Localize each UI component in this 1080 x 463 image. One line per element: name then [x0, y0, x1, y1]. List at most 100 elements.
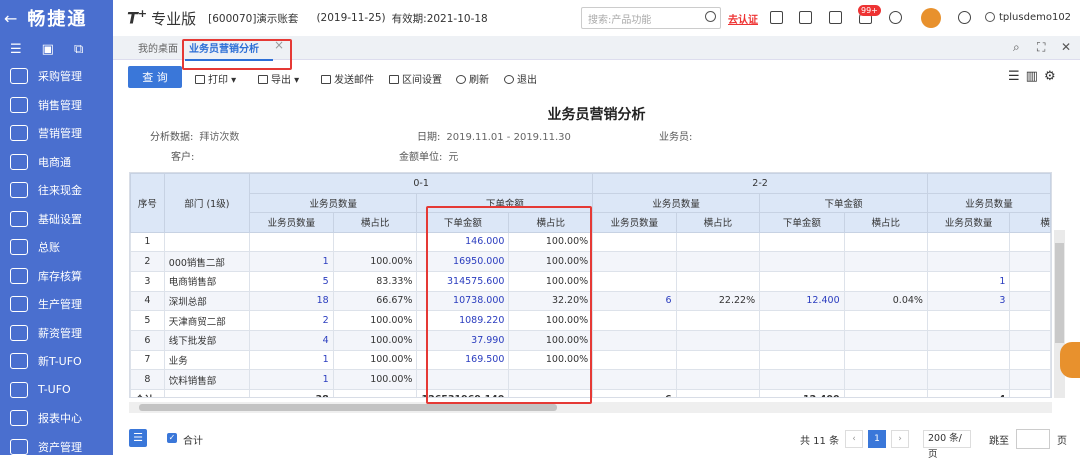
sidebar-item-cash[interactable]: 往来现金 [0, 176, 113, 205]
toolbar: 查 询 打印 ▾ 导出 ▾ 发送邮件 区间设置 刷新 退出 ☰▥⚙ [113, 64, 1080, 92]
table-cell [675, 251, 761, 272]
col-amount[interactable]: 下单金额 [759, 212, 845, 233]
range-settings-button[interactable]: 区间设置 [389, 71, 442, 86]
table-cell: 线下批发部 [163, 329, 251, 351]
expand-icon[interactable]: ✕ [1061, 40, 1071, 54]
marketing-icon [10, 125, 28, 142]
sidebar-item-ufo[interactable]: T-UFO [0, 376, 113, 405]
zoom-icon[interactable]: ⌕ [1013, 40, 1020, 55]
col-ratio[interactable]: 横占比 [675, 212, 761, 233]
sidebar-item-ledger[interactable]: 总账 [0, 233, 113, 262]
table-cell [843, 270, 928, 292]
col-ratio[interactable]: 横占比 [843, 212, 928, 233]
assistant-mascot-icon[interactable] [1060, 342, 1080, 378]
sidebar-item-asset[interactable]: 资产管理 [0, 433, 113, 462]
print-button[interactable]: 打印 ▾ [195, 71, 236, 86]
col-count[interactable]: 业务员数量 [249, 212, 334, 233]
page-size-select[interactable]: 200 条/页 [923, 430, 971, 460]
refresh-button[interactable]: 刷新 [456, 71, 489, 86]
table-cell [759, 329, 845, 351]
table-cell [843, 349, 928, 371]
total-checkbox[interactable]: ✓ [167, 433, 177, 443]
user-name[interactable]: tplusdemo102 [984, 12, 1071, 23]
send-email-button[interactable]: 发送邮件 [321, 71, 374, 86]
fullscreen-icon[interactable]: ⛶ [1037, 40, 1045, 55]
search-icon[interactable] [705, 11, 716, 22]
table-cell: 100.00% [332, 251, 418, 272]
goto-page-input[interactable] [1016, 429, 1050, 449]
scroll-thumb[interactable] [1055, 243, 1064, 343]
certify-link[interactable]: 去认证 [728, 11, 758, 26]
phone-icon[interactable] [889, 11, 902, 24]
total-cell [675, 389, 761, 397]
prev-page-icon[interactable]: ‹ [845, 430, 863, 448]
current-page[interactable]: 1 [868, 430, 886, 448]
sidebar-item-settings[interactable]: 基础设置 [0, 205, 113, 234]
asset-icon [10, 438, 28, 455]
exit-icon [504, 75, 514, 84]
checklist-icon[interactable] [799, 11, 812, 24]
print-icon [195, 75, 205, 84]
settings-icon[interactable]: ⚙ [1044, 69, 1062, 84]
analysis-data: 分析数据: 拜访次数 [150, 132, 240, 143]
sidebar-item-ecommerce[interactable]: 电商通 [0, 148, 113, 177]
table-cell [759, 231, 845, 253]
sidebar-item-inventory[interactable]: 库存核算 [0, 262, 113, 291]
col-ratio[interactable]: 横 [1009, 212, 1051, 233]
date-range: 日期: 2019.11.01 - 2019.11.30 [417, 132, 571, 143]
sidebar-item-report[interactable]: 报表中心 [0, 404, 113, 433]
table-cell [592, 251, 677, 272]
table-cell [843, 369, 928, 390]
sidebar-item-salary[interactable]: 薪资管理 [0, 319, 113, 348]
table-cell [163, 231, 251, 253]
menu-icon[interactable]: ☰ [10, 42, 22, 57]
col-count[interactable]: 业务员数量 [926, 212, 1011, 233]
table-cell: 5 [249, 270, 334, 292]
back-arrow-icon[interactable]: ← [4, 9, 19, 28]
table-cell [1009, 349, 1051, 371]
sidebar-item-new-ufo[interactable]: 新T-UFO [0, 347, 113, 376]
table-cell: 深圳总部 [163, 290, 251, 312]
table-cell: 1 [249, 369, 334, 390]
table-cell: 100.00% [332, 369, 418, 390]
view-switch[interactable]: ☰▥⚙ [1008, 69, 1062, 84]
help-icon[interactable] [958, 11, 971, 24]
list-view-icon[interactable]: ☰ [1008, 69, 1026, 84]
report-icon [10, 410, 28, 427]
chart-view-icon[interactable]: ▥ [1026, 69, 1044, 84]
table-cell [675, 349, 761, 371]
sidebar-item-label: 基础设置 [38, 212, 82, 226]
table-cell: 饮料销售部 [163, 369, 251, 390]
export-button[interactable]: 导出 ▾ [258, 71, 299, 86]
sidebar-item-label: T-UFO [38, 383, 71, 397]
grid-icon[interactable]: ▣ [42, 42, 54, 57]
logo[interactable]: ← 畅捷通 [0, 0, 113, 36]
exit-button[interactable]: 退出 [504, 71, 537, 86]
next-page-icon[interactable]: › [891, 430, 909, 448]
column-menu-icon[interactable]: ☰ [129, 429, 147, 447]
table-cell: 1 [249, 349, 334, 371]
search-input[interactable]: 搜索:产品功能 [581, 7, 721, 29]
col-count[interactable]: 业务员数量 [592, 212, 677, 233]
report-title: 业务员营销分析 [547, 107, 646, 123]
col-dept[interactable]: 部门 (1级) [163, 173, 251, 233]
page-suffix: 页 [1057, 436, 1067, 447]
table-cell: 100.00% [332, 349, 418, 371]
calculator-icon[interactable] [770, 11, 783, 24]
share-icon[interactable]: ⧉ [74, 42, 83, 57]
table-cell: 3 [926, 290, 1011, 312]
sidebar-item-production[interactable]: 生产管理 [0, 290, 113, 319]
sidebar: ← 畅捷通 ☰ ▣ ⧉ 采购管理 销售管理 营销管理 电商通 往来现金 基础设置 总账 库存核算… [0, 0, 113, 455]
query-button[interactable]: 查 询 [128, 66, 182, 88]
mascot-icon[interactable] [921, 8, 941, 28]
col-ratio[interactable]: 横占比 [332, 212, 418, 233]
settings-icon [10, 210, 28, 227]
tab-home[interactable]: 我的桌面 [138, 40, 178, 55]
scroll-thumb[interactable] [139, 404, 557, 411]
sidebar-item-purchase[interactable]: 采购管理 [0, 62, 113, 91]
table-cell: 1 [249, 251, 334, 272]
message-icon[interactable] [829, 11, 842, 24]
col-seq[interactable]: 序号 [130, 173, 165, 233]
table-cell [675, 369, 761, 390]
col-group-count: 业务员数量 [926, 192, 1051, 213]
